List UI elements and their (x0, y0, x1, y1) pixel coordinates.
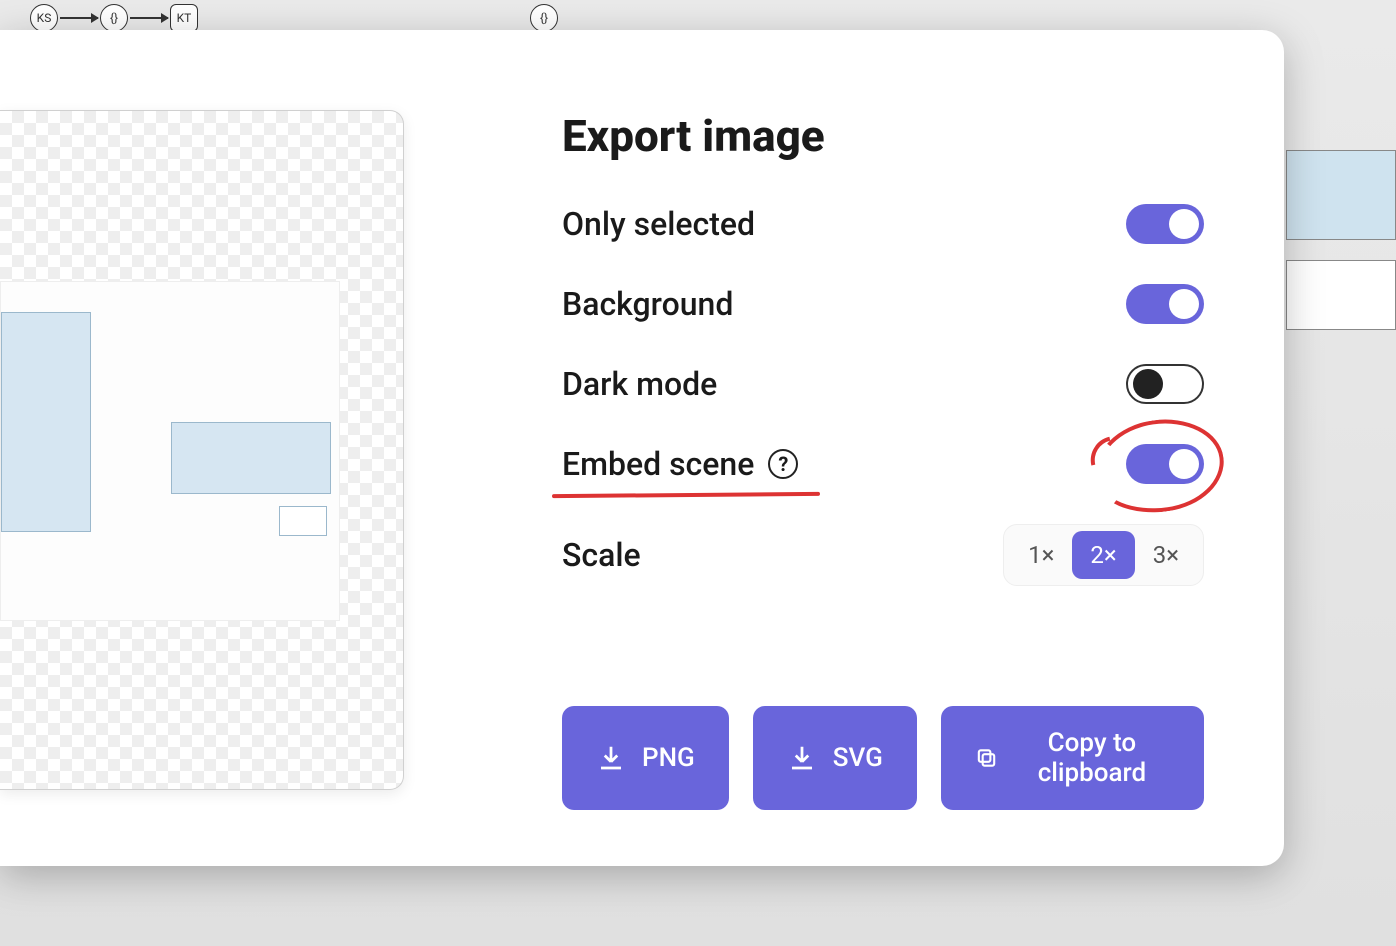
row-embed-scene: Embed scene ? (562, 444, 1204, 484)
embed-scene-label: Embed scene (562, 445, 754, 483)
bg-panel (1286, 260, 1396, 330)
row-only-selected: Only selected (562, 204, 1204, 244)
scale-segmented: 1× 2× 3× (1003, 524, 1204, 586)
dark-mode-label: Dark mode (562, 365, 717, 403)
bg-arrow (130, 17, 168, 19)
help-icon[interactable]: ? (768, 449, 798, 479)
embed-scene-toggle[interactable] (1126, 444, 1204, 484)
scale-option-2x[interactable]: 2× (1072, 531, 1134, 579)
copy-icon (975, 743, 998, 773)
export-png-button[interactable]: PNG (562, 706, 729, 810)
bg-panel (1286, 150, 1396, 240)
download-icon (596, 743, 626, 773)
row-scale: Scale 1× 2× 3× (562, 524, 1204, 586)
only-selected-label: Only selected (562, 205, 755, 243)
export-png-label: PNG (642, 743, 695, 773)
background-toggle[interactable] (1126, 284, 1204, 324)
export-svg-label: SVG (833, 743, 883, 773)
export-image-dialog: Export image Only selected Background Da… (0, 30, 1284, 866)
bg-node: {} (530, 4, 558, 32)
scale-option-3x[interactable]: 3× (1135, 531, 1197, 579)
bg-node: {} (100, 4, 128, 32)
preview-card (0, 110, 404, 790)
scale-option-1x[interactable]: 1× (1010, 531, 1072, 579)
bg-arrow (60, 17, 98, 19)
actions-row: PNG SVG Copy to clipboard (562, 706, 1204, 810)
download-icon (787, 743, 817, 773)
background-label: Background (562, 285, 733, 323)
preview-column (0, 30, 412, 866)
annotation-underline (552, 492, 820, 498)
dark-mode-toggle[interactable] (1126, 364, 1204, 404)
row-dark-mode: Dark mode (562, 364, 1204, 404)
copy-clipboard-label: Copy to clipboard (1014, 728, 1170, 788)
embed-scene-label-wrap: Embed scene ? (562, 445, 798, 483)
preview-content (0, 281, 340, 621)
bg-node: KS (30, 4, 58, 32)
bg-node: KT (170, 4, 198, 32)
export-svg-button[interactable]: SVG (753, 706, 917, 810)
copy-clipboard-button[interactable]: Copy to clipboard (941, 706, 1204, 810)
scale-label: Scale (562, 536, 641, 574)
row-background: Background (562, 284, 1204, 324)
controls-column: Export image Only selected Background Da… (412, 30, 1284, 866)
only-selected-toggle[interactable] (1126, 204, 1204, 244)
dialog-title: Export image (562, 110, 1204, 162)
